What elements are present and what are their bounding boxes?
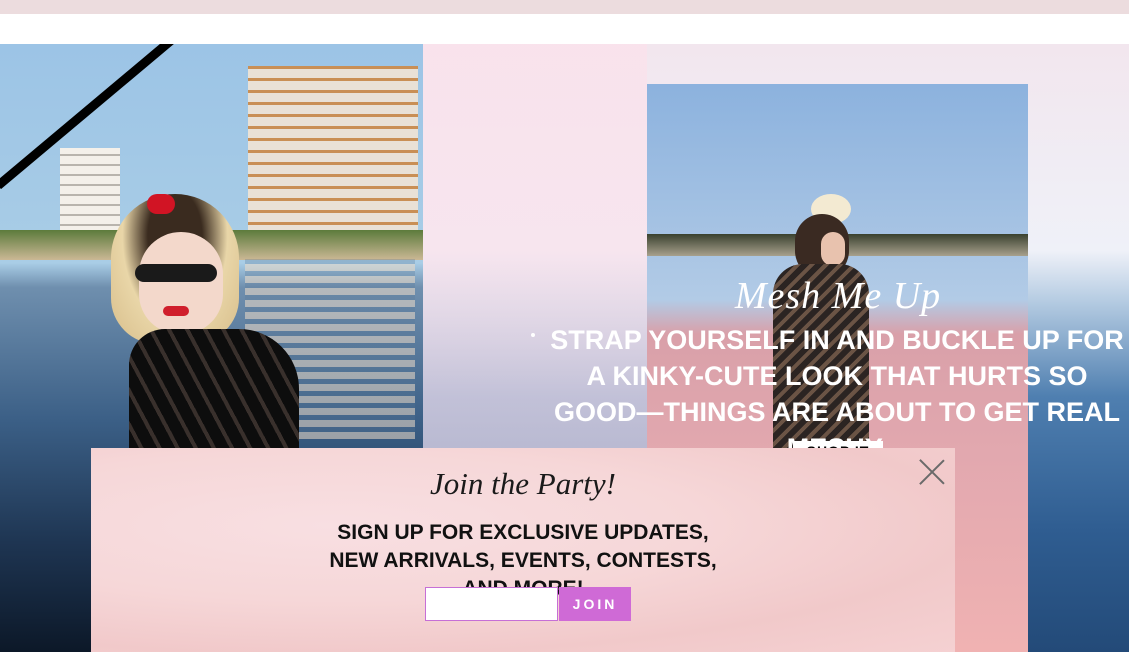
model-face <box>139 232 223 334</box>
signup-modal: Join the Party! SIGN UP FOR EXCLUSIVE UP… <box>91 448 955 652</box>
bullet-dot <box>531 333 535 337</box>
join-button[interactable]: JOIN <box>559 587 631 621</box>
model-face-right <box>821 232 845 266</box>
top-bar <box>0 0 1129 14</box>
email-input[interactable] <box>425 587 558 621</box>
model-lips <box>163 306 189 316</box>
hero-title: Mesh Me Up <box>734 275 942 317</box>
modal-title: Join the Party! <box>430 466 616 501</box>
sunglasses <box>135 264 217 282</box>
hair-scrunchie <box>147 194 175 214</box>
